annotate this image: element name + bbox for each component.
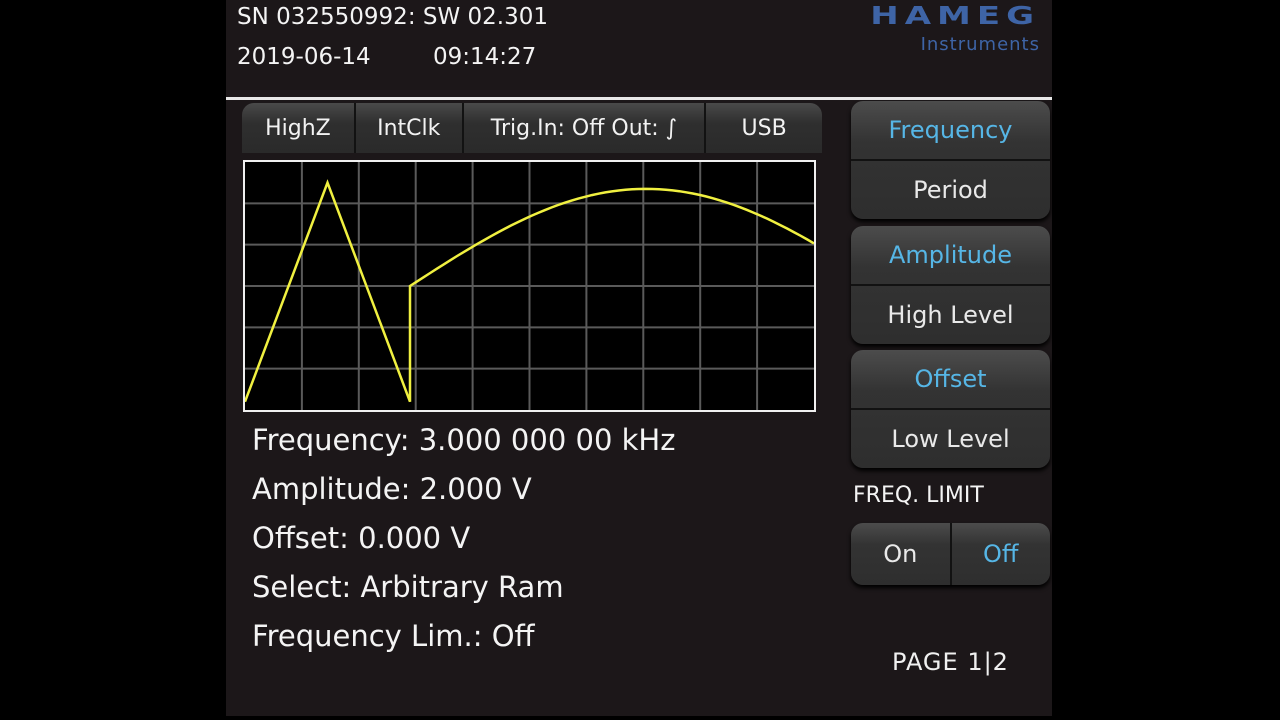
softkey-frequency-period: Frequency Period [851,101,1050,219]
hameg-logo: HAMEG Instruments [870,4,1040,55]
info-offset: Offset: 0.000 V [252,521,471,555]
freq-limit-off-button[interactable]: Off [952,523,1051,585]
waveform-svg [245,162,814,410]
freq-limit-label: FREQ. LIMIT [853,483,984,508]
instrument-screen: SN 032550992: SW 02.301 2019-06-14 09:14… [226,0,1052,716]
status-interface: USB [741,115,787,141]
info-select: Select: Arbitrary Ram [252,570,564,604]
time: 09:14:27 [433,44,537,70]
amplitude-button[interactable]: Amplitude [851,226,1050,286]
info-frequency: Frequency: 3.000 000 00 kHz [252,423,676,457]
logo-brand: HAMEG [870,1,1040,31]
status-trigger: Trig.In: Off Out: ∫ [464,103,707,153]
softkey-offset-lowlevel: Offset Low Level [851,350,1050,468]
frequency-button[interactable]: Frequency [851,101,1050,161]
freq-limit-toggle: On Off [851,523,1050,585]
period-button[interactable]: Period [851,161,1050,219]
page-indicator[interactable]: PAGE 1|2 [892,648,1009,676]
offset-button[interactable]: Offset [851,350,1050,410]
serial-software-version: SN 032550992: SW 02.301 [237,4,549,30]
waveform-display [243,160,816,412]
status-clock: IntClk [356,103,464,153]
status-impedance: HighZ [242,103,356,153]
softkey-amplitude-highlevel: Amplitude High Level [851,226,1050,344]
date: 2019-06-14 [237,44,371,70]
info-amplitude: Amplitude: 2.000 V [252,472,532,506]
status-bar: HighZ IntClk Trig.In: Off Out: ∫ USB [242,103,822,153]
header-divider [226,97,1052,100]
low-level-button[interactable]: Low Level [851,410,1050,468]
high-level-button[interactable]: High Level [851,286,1050,344]
freq-limit-on-button[interactable]: On [851,523,952,585]
logo-subtitle: Instruments [920,34,1040,55]
info-frequency-limit: Frequency Lim.: Off [252,619,535,653]
